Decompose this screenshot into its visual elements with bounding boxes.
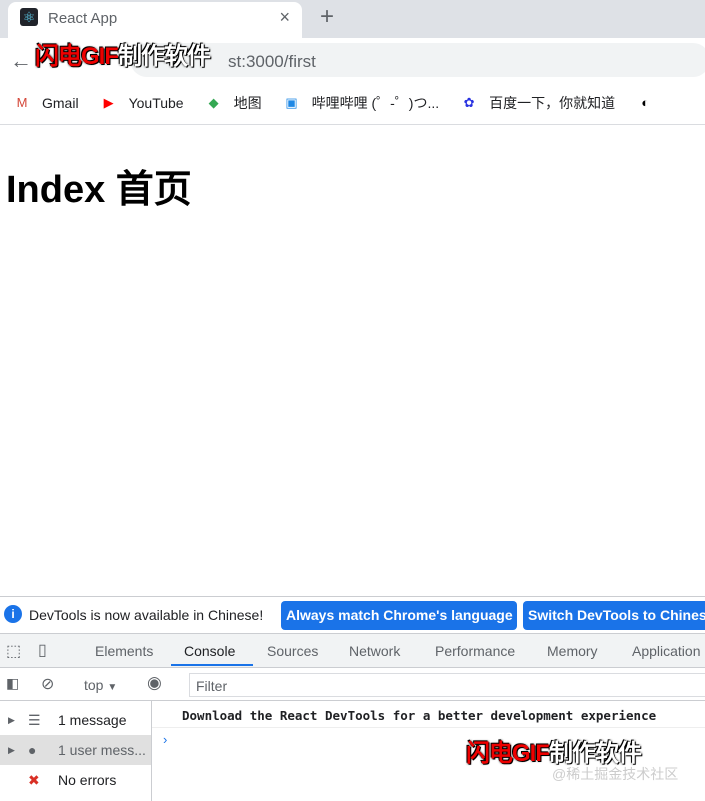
new-tab-button[interactable]: + [320, 3, 334, 31]
back-arrow-icon[interactable]: ← [10, 48, 32, 74]
info-message: DevTools is now available in Chinese! [29, 607, 264, 623]
devtools-tabs: ⬚ ▯ Elements Console Sources Network Per… [0, 634, 705, 668]
bookmarks-bar: M Gmail ▶ YouTube ◆ 地图 ▣ 哔哩哔哩 (゜-゜)つ... ✿ 百度一下，你就… [0, 86, 705, 120]
context-value: top [84, 677, 104, 693]
youtube-icon: ▶ [103, 95, 114, 110]
sidebar-label: 1 message [58, 712, 127, 728]
filter-input[interactable]: Filter [189, 673, 705, 697]
bookmark-item[interactable]: ✿ 百度一下，你就知道 [459, 93, 615, 113]
error-icon: ✖ [28, 772, 40, 788]
expand-icon: ▶ [8, 745, 15, 755]
expand-icon: ▶ [8, 715, 15, 725]
sidebar-label: 1 user mess... [58, 742, 146, 758]
language-infobar: i DevTools is now available in Chinese! … [0, 597, 705, 634]
url-text[interactable]: st:3000/first [228, 52, 316, 72]
watermark: 闪电GIF制作软件 [35, 43, 211, 70]
close-tab-icon[interactable]: × [279, 7, 290, 28]
device-toggle-icon[interactable]: ▯ [38, 640, 47, 660]
bookmark-item[interactable]: ◆ 地图 [204, 93, 262, 113]
user-icon: ● [28, 742, 37, 758]
tab-performance[interactable]: Performance [435, 643, 515, 659]
bookmark-label: 哔哩哔哩 (゜-゜)つ... [311, 95, 440, 111]
clear-console-icon[interactable]: ⊘ [41, 674, 54, 694]
bookmark-label: 百度一下，你就知道 [489, 95, 616, 111]
tab-sources[interactable]: Sources [267, 643, 318, 659]
bookmark-item[interactable]: ▣ 哔哩哔哩 (゜-゜)つ... [282, 93, 440, 113]
console-message: Download the React DevTools for a better… [182, 708, 657, 723]
bookmark-label: YouTube [128, 95, 184, 111]
maps-icon: ◆ [208, 95, 219, 110]
tab-elements[interactable]: Elements [95, 643, 153, 659]
bookmark-label: Gmail [42, 95, 79, 111]
sidebar-item-messages[interactable]: ▶ ☰ 1 message [0, 705, 151, 735]
watermark: 闪电GIF制作软件 [466, 740, 642, 767]
context-select[interactable]: top ▼ [84, 677, 117, 693]
sidebar-label: No errors [58, 772, 117, 788]
dropdown-icon: ▼ [107, 682, 118, 693]
sidebar-toggle-icon[interactable]: ◧ [6, 675, 19, 692]
info-icon: i [4, 605, 22, 623]
react-icon: ⚛ [20, 8, 38, 26]
page-title: Index 首页 [6, 169, 192, 211]
tab-title: React App [48, 10, 118, 27]
bookmark-item[interactable]: ▶ YouTube [99, 94, 184, 112]
bilibili-icon: ▣ [285, 95, 298, 110]
bookmark-label: 地图 [233, 95, 262, 111]
juejin-icon: ◐ [641, 95, 650, 110]
inspect-icon[interactable]: ⬚ [6, 641, 21, 661]
tab-memory[interactable]: Memory [547, 643, 598, 659]
bookmark-item[interactable]: M Gmail [12, 94, 79, 112]
tab-console[interactable]: Console [184, 643, 235, 659]
address-bar[interactable] [130, 43, 705, 77]
tab-network[interactable]: Network [349, 643, 400, 659]
console-sidebar: ▶ ☰ 1 message ▶ ● 1 user mess... ✖ No errors [0, 701, 152, 801]
juejin-watermark: @稀土掘金技术社区 [552, 766, 679, 782]
baidu-icon: ✿ [463, 95, 475, 110]
console-prompt[interactable]: › [163, 732, 167, 747]
active-tab-indicator [171, 664, 253, 666]
divider [0, 124, 705, 125]
match-language-button[interactable]: Always match Chrome's language [281, 601, 517, 630]
divider [152, 727, 705, 728]
gmail-icon: M [16, 95, 28, 110]
switch-language-button[interactable]: Switch DevTools to Chinese [523, 601, 705, 630]
eye-icon[interactable]: ◉ [147, 673, 162, 693]
sidebar-item-user-messages[interactable]: ▶ ● 1 user mess... [0, 735, 151, 765]
tab-application[interactable]: Application [632, 643, 701, 659]
list-icon: ☰ [28, 712, 41, 728]
bookmark-item[interactable]: ◐ [635, 94, 665, 112]
browser-tab[interactable]: ⚛ React App × [8, 2, 302, 40]
sidebar-item-errors[interactable]: ✖ No errors [0, 765, 151, 795]
